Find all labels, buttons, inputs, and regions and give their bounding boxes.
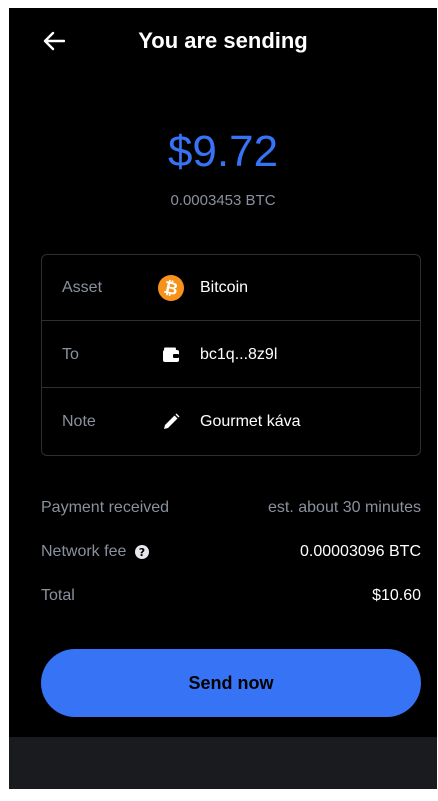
- network-fee-row: Network fee ? 0.00003096 BTC: [41, 540, 421, 564]
- payment-received-label: Payment received: [41, 499, 170, 516]
- payment-received-row: Payment received est. about 30 minutes: [41, 496, 421, 520]
- total-row: Total $10.60: [41, 584, 421, 608]
- total-label: Total: [41, 587, 75, 604]
- asset-row[interactable]: Asset ₿ Bitcoin: [42, 255, 420, 321]
- header: You are sending: [9, 8, 437, 74]
- recipient-label: To: [62, 345, 79, 363]
- payment-received-value: est. about 30 minutes: [268, 499, 421, 516]
- recipient-row[interactable]: To bc1q...8z9l: [42, 322, 420, 388]
- page-title: You are sending: [138, 28, 308, 53]
- total-value: $10.60: [372, 587, 421, 604]
- wallet-icon: [158, 342, 184, 368]
- network-fee-label: Network fee: [41, 543, 127, 560]
- crypto-amount: 0.0003453 BTC: [170, 192, 276, 209]
- svg-text:?: ?: [139, 546, 145, 559]
- note-row[interactable]: Note Gourmet káva: [42, 389, 420, 455]
- recipient-address: bc1q...8z9l: [200, 345, 278, 363]
- asset-value: ₿ Bitcoin: [158, 274, 249, 301]
- send-now-button[interactable]: Send now: [41, 649, 421, 717]
- network-fee-value: 0.00003096 BTC: [300, 543, 421, 560]
- phone-frame: You are sending $9.72 0.0003453 BTC Asse…: [9, 8, 437, 789]
- asset-name: Bitcoin: [200, 278, 249, 296]
- fiat-amount: $9.72: [167, 127, 279, 176]
- note-label: Note: [62, 413, 96, 430]
- note-value: Gourmet káva: [158, 409, 300, 435]
- asset-label: Asset: [62, 278, 103, 296]
- send-confirmation-screen: You are sending $9.72 0.0003453 BTC Asse…: [9, 8, 437, 737]
- network-fee-label-wrap: Network fee ?: [41, 543, 150, 561]
- help-icon[interactable]: ?: [134, 544, 150, 560]
- transaction-details-card: Asset ₿ Bitcoin To bc1q...8z9l Note Gour…: [41, 254, 421, 456]
- bitcoin-icon: ₿: [158, 274, 184, 301]
- note-text: Gourmet káva: [200, 413, 301, 430]
- recipient-value: bc1q...8z9l: [158, 342, 277, 368]
- pencil-icon: [158, 409, 184, 435]
